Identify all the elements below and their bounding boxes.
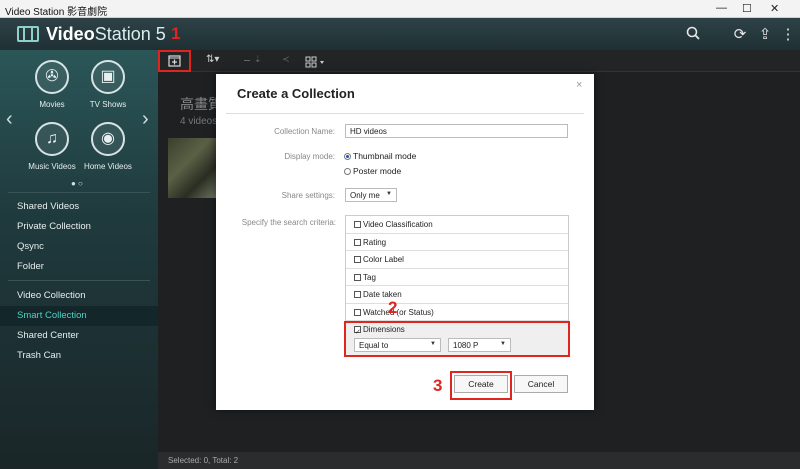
sidebar-item-qsync[interactable]: Qsync [0, 237, 158, 257]
checkbox-icon[interactable] [354, 308, 361, 316]
step-marker-3: 3 [433, 376, 443, 395]
radio-unselected-icon[interactable] [344, 168, 351, 176]
step-marker-2: 2 [388, 298, 398, 317]
criterion-watched[interactable]: Watched (or Status) [346, 304, 568, 321]
sidebar-item-video-collection[interactable]: Video Collection [0, 286, 158, 306]
checkbox-icon[interactable] [354, 221, 361, 229]
window-titlebar: Video Station 影音劇院 — ☐ ✕ [0, 0, 800, 18]
sidebar-item-trash-can[interactable]: Trash Can [0, 346, 158, 366]
film-reel-icon[interactable]: ✇ [35, 60, 69, 94]
status-bar: Selected: 0, Total: 2 [158, 452, 800, 469]
criterion-rating[interactable]: Rating [346, 234, 568, 251]
category-home-videos[interactable]: Home Videos [73, 162, 143, 171]
create-button[interactable]: Create [454, 375, 508, 393]
criterion-tag[interactable]: Tag [346, 269, 568, 286]
criterion-color-label[interactable]: Color Label [346, 251, 568, 269]
checkbox-icon[interactable] [354, 273, 361, 281]
criterion-date-taken[interactable]: Date taken [346, 286, 568, 304]
view-mode-icon[interactable] [305, 55, 325, 73]
dialog-divider [226, 113, 584, 114]
collection-thumbnail[interactable] [168, 138, 216, 198]
checkbox-icon[interactable] [354, 291, 361, 299]
create-collection-button[interactable] [158, 50, 191, 72]
upload-icon[interactable]: ⇪ [756, 26, 774, 44]
collection-name-input[interactable]: HD videos [345, 124, 568, 138]
tv-icon[interactable]: ▣ [91, 60, 125, 94]
refresh-icon[interactable]: ⟳ [731, 26, 749, 44]
camera-icon[interactable]: ◉ [91, 122, 125, 156]
category-tv-shows[interactable]: TV Shows [73, 100, 143, 109]
criteria-label: Specify the search criteria: [241, 218, 336, 227]
sidebar-item-folder[interactable]: Folder [0, 257, 158, 277]
music-icon[interactable]: ♫ [35, 122, 69, 156]
step-2-highlight [344, 321, 570, 357]
window-title: Video Station 影音劇院 [5, 7, 108, 18]
radio-selected-icon[interactable] [344, 153, 351, 161]
toolbar-separator [244, 60, 250, 61]
display-mode-label: Display mode: [284, 152, 335, 161]
category-next-arrow[interactable]: › [142, 108, 149, 131]
sort-icon[interactable]: ⇅▾ [206, 54, 219, 65]
dropdown-caret-icon: ▼ [386, 191, 392, 197]
videostation-logo-icon [17, 26, 39, 42]
close-icon[interactable]: ✕ [770, 2, 779, 15]
criterion-video-classification[interactable]: Video Classification [346, 216, 568, 234]
search-icon[interactable] [684, 26, 702, 44]
app-brand: VideoStation 5 [46, 24, 166, 44]
sidebar-item-shared-center[interactable]: Shared Center [0, 326, 158, 346]
sidebar-item-smart-collection[interactable]: Smart Collection [0, 306, 158, 326]
share-settings-label: Share settings: [281, 191, 335, 200]
step-marker-1: 1 [171, 24, 181, 43]
thumbnail-mode-radio[interactable]: Thumbnail mode [344, 151, 416, 161]
carousel-dots[interactable]: ● ○ [71, 179, 83, 188]
sidebar-divider [8, 192, 150, 193]
download-icon[interactable]: ⇣ [254, 54, 262, 65]
collection-count: 4 videos [180, 116, 218, 127]
dialog-close-icon[interactable]: × [576, 79, 582, 91]
checkbox-icon[interactable] [354, 238, 361, 246]
sidebar-divider [8, 280, 150, 281]
poster-mode-radio[interactable]: Poster mode [344, 166, 401, 176]
sidebar-item-shared-videos[interactable]: Shared Videos [0, 197, 158, 217]
dialog-title: Create a Collection [237, 86, 355, 101]
maximize-icon[interactable]: ☐ [742, 2, 752, 15]
collection-name-label: Collection Name: [274, 127, 335, 136]
minimize-icon[interactable]: — [716, 2, 727, 14]
more-icon[interactable]: ⋮ [779, 26, 797, 44]
sidebar-item-private-collection[interactable]: Private Collection [0, 217, 158, 237]
cancel-button[interactable]: Cancel [514, 375, 568, 393]
share-icon[interactable]: ≺ [282, 54, 290, 65]
share-settings-select[interactable]: Only me ▼ [345, 188, 397, 202]
checkbox-icon[interactable] [354, 256, 361, 264]
category-prev-arrow[interactable]: ‹ [6, 108, 13, 131]
